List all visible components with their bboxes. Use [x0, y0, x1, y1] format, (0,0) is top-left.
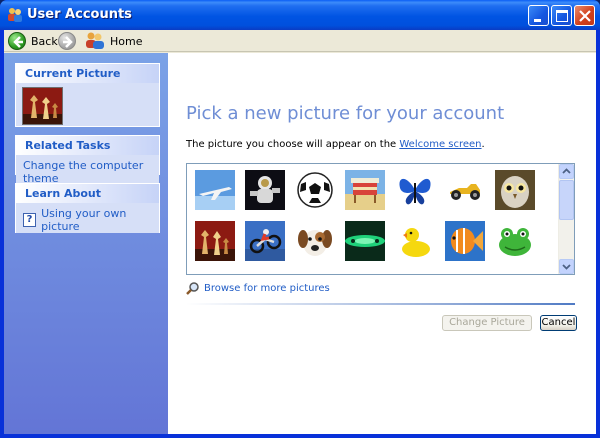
back-arrow-icon — [8, 32, 26, 50]
page-title: Pick a new picture for your account — [186, 103, 505, 124]
picture-tile-race-car[interactable] — [445, 170, 485, 210]
related-tasks-panel: Related Tasks Change the computer theme — [15, 135, 160, 185]
own-picture-help-label: Using your own picture — [41, 207, 127, 233]
toolbar: Back Home — [4, 30, 596, 52]
picture-tile-green-abstract[interactable] — [345, 221, 385, 261]
welcome-screen-link[interactable]: Welcome screen — [399, 139, 481, 150]
current-picture-image — [22, 87, 63, 125]
picture-tile-dog[interactable] — [295, 221, 335, 261]
subtitle-end: . — [481, 139, 485, 150]
current-picture-panel: Current Picture — [15, 63, 160, 127]
change-theme-link[interactable]: Change the computer theme — [16, 155, 159, 185]
scroll-up-button[interactable] — [559, 164, 574, 179]
back-button[interactable]: Back — [8, 31, 58, 51]
picture-list — [186, 163, 575, 275]
picture-tile-soccer-ball[interactable] — [295, 170, 335, 210]
browse-pictures-label: Browse for more pictures — [204, 282, 330, 294]
window-title: User Accounts — [27, 7, 132, 22]
minimize-button[interactable] — [528, 5, 549, 26]
scroll-down-button[interactable] — [559, 259, 574, 274]
subtitle-text: The picture you choose will appear on th… — [186, 139, 400, 150]
close-button[interactable] — [574, 5, 595, 26]
magnifier-icon — [186, 282, 199, 295]
divider — [186, 303, 575, 305]
picture-tile-astronaut[interactable] — [245, 170, 285, 210]
picture-tile-owl[interactable] — [495, 170, 535, 210]
picture-tile-chess[interactable] — [195, 221, 235, 261]
own-picture-help-link[interactable]: ? Using your own picture — [16, 203, 159, 233]
picture-list-scrollbar[interactable] — [558, 164, 574, 274]
learn-about-panel: Learn About ? Using your own picture — [15, 183, 160, 233]
user-accounts-icon — [7, 7, 23, 23]
title-bar[interactable]: User Accounts — [0, 0, 600, 30]
learn-about-heading: Learn About — [16, 184, 159, 203]
forward-arrow-icon — [58, 32, 76, 50]
forward-button[interactable] — [58, 31, 76, 51]
back-label: Back — [31, 34, 58, 48]
task-pane: Current Picture Related Tasks Change the… — [4, 53, 168, 434]
subtitle: The picture you choose will appear on th… — [186, 139, 485, 150]
browse-pictures-link[interactable]: Browse for more pictures — [186, 281, 330, 295]
home-label: Home — [110, 34, 143, 48]
window-frame: Back Home Current Picture Related Tasks … — [4, 30, 596, 434]
picture-tile-airplane[interactable] — [195, 170, 235, 210]
home-button[interactable]: Home — [85, 31, 142, 51]
picture-tile-beach-chair[interactable] — [345, 170, 385, 210]
cancel-button[interactable]: Cancel — [540, 315, 577, 331]
picture-tile-dirt-bike[interactable] — [245, 221, 285, 261]
related-tasks-heading: Related Tasks — [16, 136, 159, 155]
scroll-thumb[interactable] — [559, 180, 574, 220]
picture-tile-rubber-duck[interactable] — [395, 221, 435, 261]
users-icon — [85, 31, 105, 52]
maximize-button[interactable] — [551, 5, 572, 26]
user-accounts-window: User Accounts Back Home Current Picture … — [0, 0, 600, 438]
change-picture-button[interactable]: Change Picture — [442, 315, 532, 331]
picture-tile-frog[interactable] — [495, 221, 535, 261]
picture-tile-fish[interactable] — [445, 221, 485, 261]
main-content: Pick a new picture for your account The … — [168, 53, 596, 434]
current-picture-heading: Current Picture — [16, 64, 159, 83]
help-icon: ? — [23, 213, 37, 227]
picture-tile-butterfly[interactable] — [395, 170, 435, 210]
